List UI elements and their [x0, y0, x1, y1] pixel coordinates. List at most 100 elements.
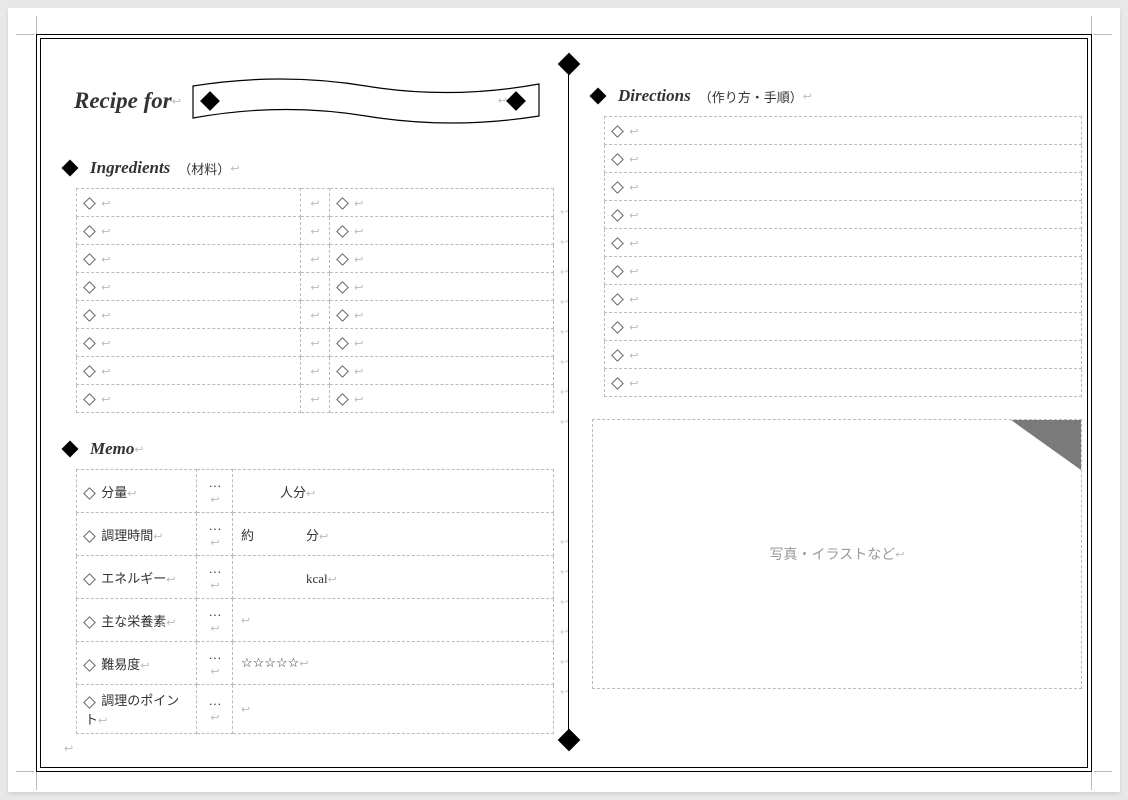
ingredient-sep: ↩ [301, 273, 330, 301]
ingredient-cell-right[interactable]: ↩ [329, 357, 553, 385]
diamond-outline-icon [611, 265, 624, 278]
memo-heading: Memo↩ [64, 439, 554, 459]
direction-cell[interactable]: ↩ [605, 145, 1082, 173]
photo-corner-fold-icon [1011, 420, 1081, 470]
table-row: ↩ ↩ ↩ [77, 217, 554, 245]
memo-dots-cell: …↩ [197, 685, 233, 734]
ingredient-cell-left[interactable]: ↩ [77, 301, 301, 329]
direction-cell[interactable]: ↩ [605, 369, 1082, 397]
ingredients-title-en: Ingredients [90, 158, 170, 178]
memo-value-cell[interactable]: ☆☆☆☆☆↩ [233, 642, 554, 685]
table-row: ↩ ↩ ↩ [77, 357, 554, 385]
table-row: エネルギー↩…↩ kcal↩ [77, 556, 554, 599]
diamond-outline-icon [83, 573, 96, 586]
memo-label-cell: 調理のポイント↩ [77, 685, 197, 734]
ingredient-cell-right[interactable]: ↩ [329, 385, 553, 413]
table-row: ↩ [605, 341, 1082, 369]
ingredient-cell-left[interactable]: ↩ [77, 385, 301, 413]
diamond-outline-icon [611, 209, 624, 222]
diamond-outline-icon [611, 125, 624, 138]
diamond-outline-icon [83, 487, 96, 500]
center-divider [568, 62, 569, 740]
memo-value-cell[interactable]: kcal↩ [233, 556, 554, 599]
ingredient-cell-left[interactable]: ↩ [77, 189, 301, 217]
return-mark: ↩ [498, 94, 507, 107]
memo-label-cell: 難易度↩ [77, 642, 197, 685]
left-column: Ingredients （材料） ↩ ↩ ↩ ↩ ↩ ↩ ↩ ↩ ↩ ↩ ↩ ↩ … [64, 158, 554, 756]
table-row: 難易度↩…↩☆☆☆☆☆↩ [77, 642, 554, 685]
memo-label-cell: 主な栄養素↩ [77, 599, 197, 642]
direction-cell[interactable]: ↩ [605, 341, 1082, 369]
recipe-card-page: Recipe for↩ ↩ Ingredients （材料）↩ ↩ ↩ ↩ ↩ … [8, 8, 1120, 792]
ingredient-cell-right[interactable]: ↩ [329, 245, 553, 273]
table-row: ↩ [605, 145, 1082, 173]
ingredients-table: ↩ ↩ ↩ ↩ ↩ ↩ ↩ ↩ ↩ ↩ ↩ ↩ ↩ ↩ ↩ ↩ ↩ ↩ ↩ ↩ … [76, 188, 554, 413]
banner-svg [191, 76, 541, 126]
right-column: Directions （作り方・手順） ↩ ↩ ↩ ↩ ↩ ↩ ↩ ↩ ↩ ↩ ↩… [592, 86, 1082, 689]
diamond-icon [62, 160, 79, 177]
table-row: 主な栄養素↩…↩↩ [77, 599, 554, 642]
diamond-outline-icon [83, 309, 96, 322]
diamond-outline-icon [611, 293, 624, 306]
photo-placeholder[interactable]: 写真・イラストなど↩ [592, 419, 1082, 689]
diamond-outline-icon [83, 337, 96, 350]
memo-value-cell[interactable]: 人分↩ [233, 470, 554, 513]
diamond-icon [590, 88, 607, 105]
diamond-outline-icon [336, 393, 349, 406]
memo-dots-cell: …↩ [197, 513, 233, 556]
memo-dots-cell: …↩ [197, 642, 233, 685]
diamond-outline-icon [83, 393, 96, 406]
diamond-outline-icon [83, 253, 96, 266]
recipe-title-banner[interactable]: ↩ [191, 76, 541, 126]
direction-cell[interactable]: ↩ [605, 117, 1082, 145]
ingredient-cell-right[interactable]: ↩ [329, 301, 553, 329]
diamond-outline-icon [336, 309, 349, 322]
diamond-outline-icon [336, 337, 349, 350]
diamond-outline-icon [336, 365, 349, 378]
ingredient-cell-left[interactable]: ↩ [77, 273, 301, 301]
diamond-outline-icon [83, 659, 96, 672]
table-row: 調理時間↩…↩約 分↩ [77, 513, 554, 556]
memo-dots-cell: …↩ [197, 556, 233, 599]
direction-cell[interactable]: ↩ [605, 285, 1082, 313]
ingredient-cell-right[interactable]: ↩ [329, 189, 553, 217]
directions-title-en: Directions [618, 86, 691, 106]
table-row: ↩ ↩ ↩ [77, 329, 554, 357]
ingredients-title-jp: （材料） [178, 159, 230, 178]
ingredient-cell-left[interactable]: ↩ [77, 217, 301, 245]
diamond-outline-icon [611, 349, 624, 362]
ingredient-cell-right[interactable]: ↩ [329, 217, 553, 245]
guide-mark [1094, 771, 1112, 772]
ingredient-sep: ↩ [301, 245, 330, 273]
table-row: ↩ [605, 257, 1082, 285]
diamond-outline-icon [611, 321, 624, 334]
ingredient-cell-left[interactable]: ↩ [77, 245, 301, 273]
table-row: ↩ [605, 201, 1082, 229]
table-row: ↩ ↩ ↩ [77, 301, 554, 329]
guide-mark [16, 34, 34, 35]
ingredient-sep: ↩ [301, 217, 330, 245]
photo-placeholder-label: 写真・イラストなど [770, 544, 896, 564]
memo-value-cell[interactable]: ↩ [233, 599, 554, 642]
diamond-outline-icon [83, 696, 96, 709]
direction-cell[interactable]: ↩ [605, 313, 1082, 341]
ingredient-sep: ↩ [301, 189, 330, 217]
ingredient-cell-left[interactable]: ↩ [77, 357, 301, 385]
diamond-outline-icon [83, 530, 96, 543]
ingredient-cell-right[interactable]: ↩ [329, 329, 553, 357]
direction-cell[interactable]: ↩ [605, 257, 1082, 285]
ingredient-cell-left[interactable]: ↩ [77, 329, 301, 357]
directions-title-jp: （作り方・手順） [699, 87, 803, 106]
diamond-outline-icon [336, 281, 349, 294]
ingredient-sep: ↩ [301, 357, 330, 385]
table-row: 調理のポイント↩…↩↩ [77, 685, 554, 734]
memo-value-cell[interactable]: ↩ [233, 685, 554, 734]
directions-table: ↩ ↩ ↩ ↩ ↩ ↩ ↩ ↩ ↩ ↩ [604, 116, 1082, 397]
diamond-outline-icon [611, 377, 624, 390]
memo-value-cell[interactable]: 約 分↩ [233, 513, 554, 556]
direction-cell[interactable]: ↩ [605, 173, 1082, 201]
memo-label-cell: 調理時間↩ [77, 513, 197, 556]
direction-cell[interactable]: ↩ [605, 229, 1082, 257]
direction-cell[interactable]: ↩ [605, 201, 1082, 229]
ingredient-cell-right[interactable]: ↩ [329, 273, 553, 301]
